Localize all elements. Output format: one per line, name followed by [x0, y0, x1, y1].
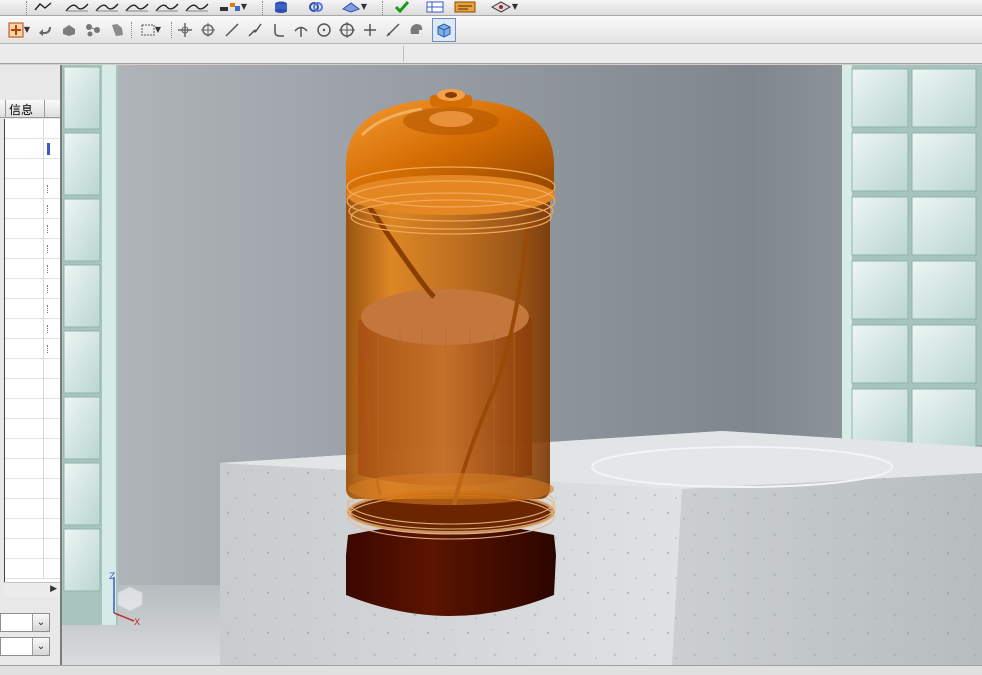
checkmark-icon[interactable] — [392, 0, 412, 14]
list-item[interactable] — [5, 539, 60, 559]
stack-icon[interactable]: ▼ — [336, 0, 372, 14]
list-item[interactable] — [5, 319, 60, 339]
main-toolbar-bottom: ▼ ▼ — [0, 16, 982, 44]
list-item[interactable] — [5, 419, 60, 439]
link-icon[interactable] — [305, 0, 327, 14]
list-item[interactable] — [5, 339, 60, 359]
circle-tool-icon[interactable] — [314, 20, 334, 40]
list-item[interactable] — [5, 259, 60, 279]
list-item[interactable] — [5, 459, 60, 479]
list-item[interactable] — [5, 219, 60, 239]
dropdown-icon[interactable]: ▼ — [214, 0, 252, 14]
surface-sweep-icon[interactable] — [64, 0, 90, 14]
glass-brick-wall-left — [62, 65, 118, 625]
solid-shape-icon[interactable] — [58, 20, 80, 40]
selection-box-icon[interactable]: ▼ — [135, 20, 167, 40]
chevron-down-icon[interactable]: ⌄ — [32, 638, 49, 655]
column-header-info: 信息 — [9, 103, 34, 117]
row-marker — [47, 325, 49, 333]
row-marker — [47, 265, 49, 273]
move-icon[interactable] — [175, 20, 195, 40]
text-box-icon[interactable] — [452, 0, 478, 14]
add-frame-icon[interactable]: ▼ — [6, 20, 32, 40]
toolbar-grip[interactable] — [382, 1, 384, 15]
main-toolbar-top: ▼ ▼ ▼ — [0, 0, 982, 16]
row-marker — [47, 225, 49, 233]
axis-x-label: X — [134, 618, 140, 628]
toolbar-grip[interactable] — [26, 1, 28, 15]
glass-brick-wall-right — [842, 65, 982, 448]
network-icon[interactable] — [82, 20, 104, 40]
list-item[interactable] — [5, 139, 60, 159]
list-item[interactable] — [5, 519, 60, 539]
line-tool-icon[interactable] — [222, 20, 242, 40]
list-item[interactable] — [5, 499, 60, 519]
selection-marker — [47, 143, 50, 155]
display-icon[interactable]: ▼ — [484, 0, 524, 14]
list-item[interactable] — [5, 359, 60, 379]
type-dropdown[interactable]: ⌄ — [0, 637, 50, 656]
scroll-right-arrow-icon[interactable]: ▶ — [50, 584, 57, 594]
slash-tool-icon[interactable] — [383, 20, 403, 40]
list-item[interactable] — [5, 159, 60, 179]
list-item[interactable] — [5, 299, 60, 319]
list-item[interactable] — [5, 119, 60, 139]
surface-sweep-icon[interactable] — [124, 0, 150, 14]
row-marker — [47, 185, 49, 193]
toolbar-grip[interactable] — [262, 1, 264, 15]
row-marker — [47, 285, 49, 293]
list-item[interactable] — [5, 199, 60, 219]
split-tool-icon[interactable] — [291, 20, 311, 40]
plus-tool-icon[interactable] — [360, 20, 380, 40]
list-item[interactable] — [5, 239, 60, 259]
model-tree-panel: 信息 ▶ ⌄ ⌄ — [0, 65, 62, 665]
list-item[interactable] — [5, 559, 60, 579]
row-marker — [47, 345, 49, 353]
info-column-header[interactable]: 信息 — [0, 100, 60, 118]
toolbar-divider — [403, 46, 404, 62]
concrete-pedestal — [220, 431, 982, 665]
3d-viewport[interactable]: Z X — [62, 65, 982, 665]
center-circle-icon[interactable] — [337, 20, 357, 40]
filter-dropdown[interactable]: ⌄ — [0, 613, 50, 632]
axis-z-label: Z — [109, 572, 115, 582]
row-marker — [47, 305, 49, 313]
database-icon[interactable] — [270, 0, 292, 14]
chevron-down-icon[interactable]: ⌄ — [32, 614, 49, 631]
toolbar-grip[interactable] — [171, 22, 173, 38]
horizontal-scrollbar[interactable]: ▶ — [4, 582, 60, 597]
surface-sweep-icon[interactable] — [94, 0, 120, 14]
hand-icon[interactable] — [106, 20, 128, 40]
list-item[interactable] — [5, 439, 60, 459]
grid-icon[interactable] — [424, 0, 446, 14]
line-chart-icon[interactable] — [33, 0, 53, 14]
status-bar — [0, 665, 982, 675]
list-item[interactable] — [5, 479, 60, 499]
list-item[interactable] — [5, 279, 60, 299]
list-item[interactable] — [5, 379, 60, 399]
row-marker — [47, 245, 49, 253]
curve-tool-icon[interactable] — [245, 20, 265, 40]
undo-arrow-icon[interactable] — [36, 20, 54, 40]
rotate-icon[interactable] — [198, 20, 218, 40]
toolbar-grip[interactable] — [131, 22, 133, 38]
hook-tool-icon[interactable] — [268, 20, 288, 40]
list-item[interactable] — [5, 399, 60, 419]
surface-sweep-icon[interactable] — [154, 0, 180, 14]
secondary-toolbar — [0, 44, 982, 64]
head-icon[interactable] — [406, 20, 426, 40]
model-tree-list[interactable] — [4, 119, 60, 582]
list-item[interactable] — [5, 179, 60, 199]
surface-sweep-icon[interactable] — [184, 0, 210, 14]
orange-vessel-model[interactable] — [346, 89, 556, 616]
cube-view-icon[interactable] — [432, 18, 456, 42]
row-marker — [47, 205, 49, 213]
